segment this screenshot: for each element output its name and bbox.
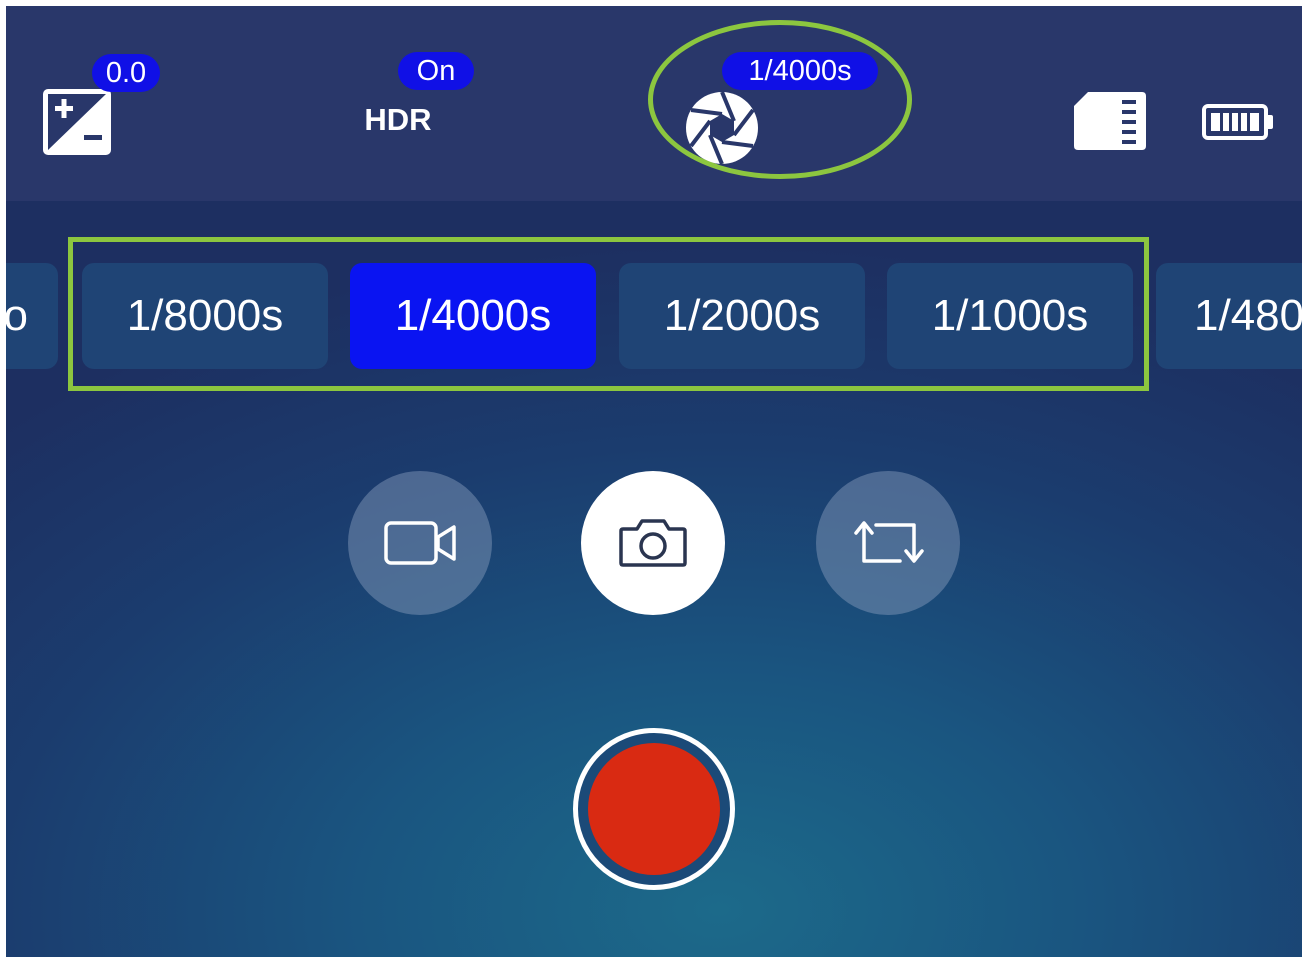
shutter-option[interactable]: 1/480 xyxy=(1156,263,1302,369)
battery-icon xyxy=(1202,104,1273,140)
video-camera-icon xyxy=(384,521,456,565)
exposure-compensation-button[interactable] xyxy=(40,86,114,158)
hdr-status-badge: On xyxy=(398,52,474,90)
aperture-icon xyxy=(686,91,758,165)
shutter-speed-button[interactable] xyxy=(684,90,760,166)
camera-icon xyxy=(619,519,687,567)
video-mode-button[interactable] xyxy=(348,471,492,615)
shutter-option-selected[interactable]: 1/4000s xyxy=(350,263,596,369)
record-button[interactable] xyxy=(573,728,735,890)
camera-screen: 0.0 On HDR 1/4000s o 1/8000s 1/4000s 1/2… xyxy=(6,6,1302,957)
shutter-option[interactable]: 1/8000s xyxy=(82,263,328,369)
switch-camera-button[interactable] xyxy=(816,471,960,615)
storage-button[interactable] xyxy=(1074,92,1148,150)
shutter-option[interactable]: o xyxy=(6,263,58,369)
hdr-button[interactable]: HDR xyxy=(356,102,440,138)
shutter-speed-badge: 1/4000s xyxy=(722,52,878,90)
shutter-option[interactable]: 1/1000s xyxy=(887,263,1133,369)
exposure-compensation-icon xyxy=(43,89,111,155)
top-status-bar: 0.0 On HDR 1/4000s xyxy=(6,6,1302,201)
record-icon xyxy=(588,743,720,875)
photo-mode-button[interactable] xyxy=(581,471,725,615)
swap-icon xyxy=(854,521,924,563)
battery-indicator xyxy=(1202,104,1276,140)
exposure-value-badge: 0.0 xyxy=(92,54,160,92)
shutter-option[interactable]: 1/2000s xyxy=(619,263,865,369)
sd-card-icon xyxy=(1074,92,1146,150)
